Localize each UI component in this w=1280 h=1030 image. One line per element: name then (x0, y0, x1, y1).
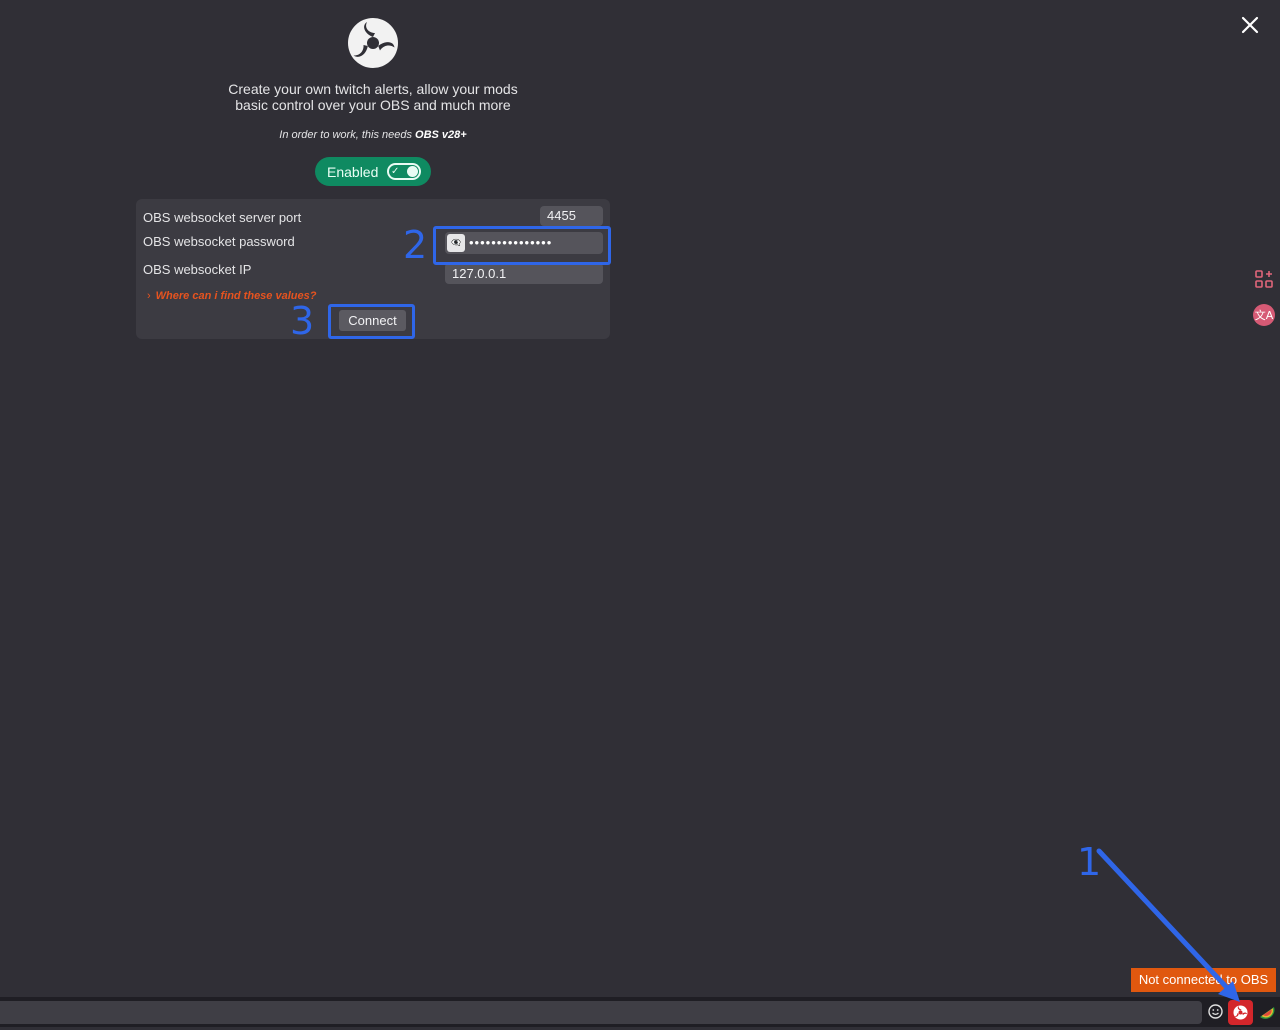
watermelon-icon[interactable] (1258, 1003, 1276, 1021)
highlight-password (433, 226, 611, 265)
obs-icon (1233, 1005, 1248, 1020)
svg-text:文A: 文A (1255, 308, 1274, 322)
password-label: OBS websocket password (143, 234, 295, 249)
requirement-text: In order to work, this needs (279, 129, 416, 141)
grid-plus-icon[interactable] (1252, 267, 1276, 291)
emoji-icon[interactable] (1207, 1003, 1224, 1020)
obs-button[interactable] (1228, 1000, 1253, 1025)
close-icon (1241, 16, 1259, 34)
port-input[interactable]: 4455 (540, 206, 603, 226)
annotation-step-3: 3 (290, 299, 315, 343)
ip-input[interactable]: 127.0.0.1 (445, 263, 603, 284)
chevron-right-icon: › (147, 290, 151, 302)
requirement-version: OBS v28+ (415, 129, 467, 141)
ip-label: OBS websocket IP (143, 262, 252, 277)
enabled-label: Enabled (327, 163, 379, 180)
obs-status-tooltip: Not connected to OBS (1131, 968, 1276, 992)
close-button[interactable] (1238, 13, 1262, 37)
version-requirement: In order to work, this needs OBS v28+ (136, 129, 610, 141)
enabled-toggle[interactable]: Enabled ✓ (315, 157, 431, 186)
annotation-step-2: 2 (403, 223, 428, 267)
chat-bar (0, 997, 1280, 1027)
obs-logo-icon (348, 18, 398, 68)
annotation-step-1: 1 (1077, 840, 1102, 884)
toggle-knob (407, 166, 418, 177)
panel-description: Create your own twitch alerts, allow you… (136, 81, 610, 113)
check-icon: ✓ (391, 166, 400, 177)
description-line-1: Create your own twitch alerts, allow you… (228, 81, 518, 97)
description-line-2: basic control over your OBS and much mor… (235, 97, 511, 113)
chat-input[interactable] (0, 1001, 1202, 1024)
highlight-connect (328, 304, 415, 339)
port-label: OBS websocket server port (143, 210, 302, 225)
translate-icon[interactable]: 文A (1252, 303, 1276, 327)
toggle-switch[interactable]: ✓ (387, 163, 421, 180)
